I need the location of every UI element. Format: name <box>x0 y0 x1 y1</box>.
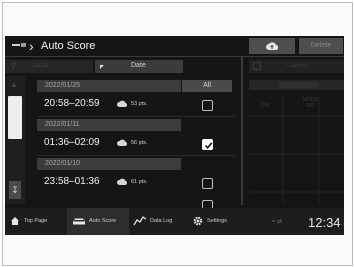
date-header: 2022/01/25 <box>37 80 181 92</box>
sort-local-tab[interactable]: ⚲ Local <box>5 60 93 73</box>
checkmark-icon <box>204 142 213 150</box>
row-divider <box>37 116 235 117</box>
display-screen: › Auto Score Delete ⚲ Local Date ▲ ↧ All… <box>5 36 344 235</box>
cloud-icon <box>117 100 127 107</box>
pane-divider <box>241 57 243 205</box>
nav-label: Data Log <box>150 218 173 224</box>
date-label: 2022/01/25 <box>45 82 81 89</box>
header-divider <box>5 56 344 57</box>
select-all-button[interactable]: All <box>182 80 232 92</box>
nav-auto-score[interactable]: Auto Score <box>67 208 129 235</box>
home-icon <box>11 217 19 225</box>
date-header: 2022/01/11 <box>37 119 181 131</box>
nav-label: Settings <box>207 218 227 224</box>
calendar-icon <box>253 62 261 70</box>
car-icon <box>73 218 85 225</box>
score-points: 53 pts. <box>131 101 148 107</box>
cloud-icon <box>117 178 127 185</box>
scroll-down-button[interactable]: ↧ <box>9 181 21 199</box>
row-checkbox[interactable] <box>202 100 213 111</box>
scroll-up-icon[interactable]: ▲ <box>10 80 18 89</box>
row-checkbox[interactable] <box>202 178 213 189</box>
sort-date-label: Date <box>131 62 146 69</box>
time-range: 20:58–20:59 <box>44 98 100 109</box>
delete-button[interactable]: Delete <box>299 38 343 54</box>
time-range: 01:36–02:09 <box>44 137 100 148</box>
nav-data-log[interactable]: Data Log <box>129 208 189 235</box>
row-divider <box>37 155 235 156</box>
cloud-icon <box>266 42 278 50</box>
date-header: 2022/01/10 <box>37 158 181 170</box>
cloud-upload-button[interactable] <box>249 38 295 54</box>
sort-bar: ⚲ Local Date <box>5 60 183 73</box>
scrollbar[interactable]: ▲ ↧ <box>5 76 25 204</box>
score-points: 61 pts. <box>131 179 148 185</box>
calendar-label: Calendar <box>287 63 308 69</box>
bottom-nav: Top Page Auto Score Data Log Settings ≈ … <box>5 208 344 235</box>
detail-bar <box>249 80 344 90</box>
gear-icon <box>193 216 203 226</box>
clock: 12:34 <box>308 215 341 230</box>
detail-bar-inner <box>279 82 319 88</box>
score-points: 56 pts. <box>131 140 148 146</box>
date-label: 2022/01/11 <box>45 121 80 128</box>
detail-grid <box>249 94 344 204</box>
back-chevron-icon[interactable]: › <box>29 38 34 54</box>
row-checkbox-checked[interactable] <box>202 139 213 150</box>
date-label: 2022/01/10 <box>45 160 81 167</box>
nav-label: Auto Score <box>89 218 117 224</box>
graph-icon <box>133 216 147 226</box>
scroll-thumb[interactable] <box>8 96 22 139</box>
nav-settings[interactable]: Settings <box>189 208 245 235</box>
nav-top-page[interactable]: Top Page <box>5 208 67 235</box>
brand-logo <box>12 43 26 47</box>
page-title: Auto Score <box>41 40 96 52</box>
cloud-icon <box>117 139 127 146</box>
sort-indicator-icon <box>100 65 104 69</box>
sort-local-label: Local <box>31 62 48 69</box>
connection-status: ≈ ⇄ <box>272 219 282 225</box>
sort-date-tab[interactable]: Date <box>95 60 183 73</box>
time-range: 23:58–01:36 <box>44 176 100 187</box>
scroll-down-icon: ↧ <box>11 185 19 195</box>
calendar-field[interactable]: Calendar <box>249 60 344 73</box>
nav-label: Top Page <box>24 218 48 224</box>
search-icon: ⚲ <box>11 63 17 70</box>
